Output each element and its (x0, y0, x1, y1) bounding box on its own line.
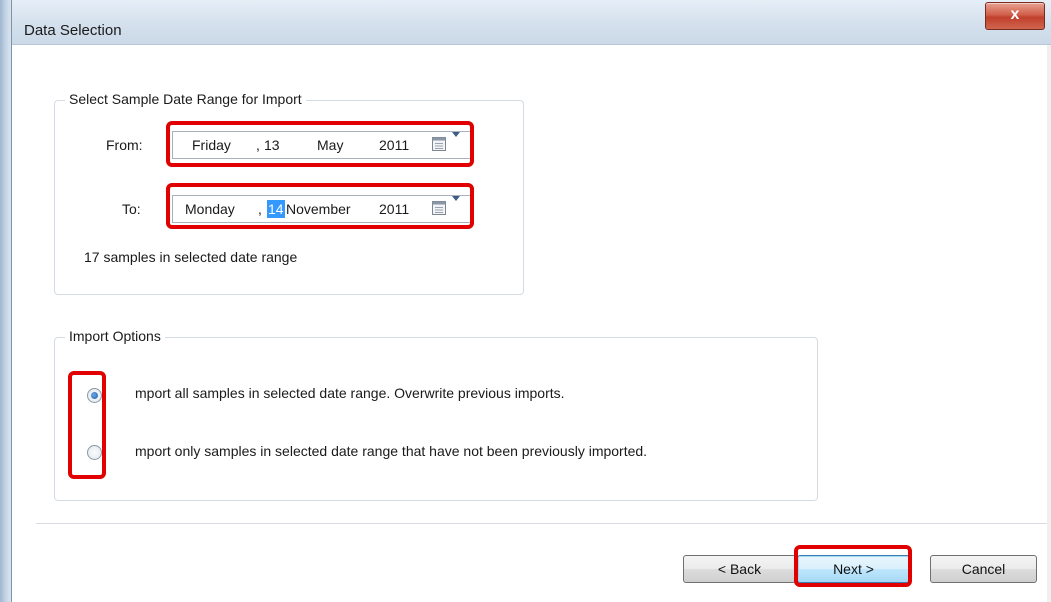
from-label: From: (106, 137, 143, 153)
window-title: Data Selection (24, 22, 122, 39)
to-highlight-box (166, 183, 474, 229)
import-options-group: Import Options (54, 328, 818, 501)
next-highlight-box (794, 545, 912, 587)
dialog-body: Select Sample Date Range for Import From… (12, 45, 1051, 602)
back-button[interactable]: < Back (683, 555, 796, 583)
import-new-only-label[interactable]: mport only samples in selected date rang… (135, 443, 647, 459)
close-icon: x (1010, 6, 1020, 23)
title-bar[interactable]: Data Selection x (12, 0, 1051, 45)
close-button[interactable]: x (985, 2, 1045, 30)
window-left-frame (0, 0, 12, 602)
button-row-divider (36, 523, 1051, 524)
radio-highlight-box (68, 371, 106, 479)
import-options-group-label: Import Options (65, 328, 165, 344)
to-label: To: (122, 201, 141, 217)
cancel-button[interactable]: Cancel (930, 555, 1037, 583)
date-range-group-label: Select Sample Date Range for Import (65, 91, 306, 107)
sample-count-status: 17 samples in selected date range (84, 249, 298, 265)
import-all-label[interactable]: mport all samples in selected date range… (135, 385, 565, 401)
from-highlight-box (166, 121, 474, 167)
window-right-frame (1047, 45, 1051, 602)
